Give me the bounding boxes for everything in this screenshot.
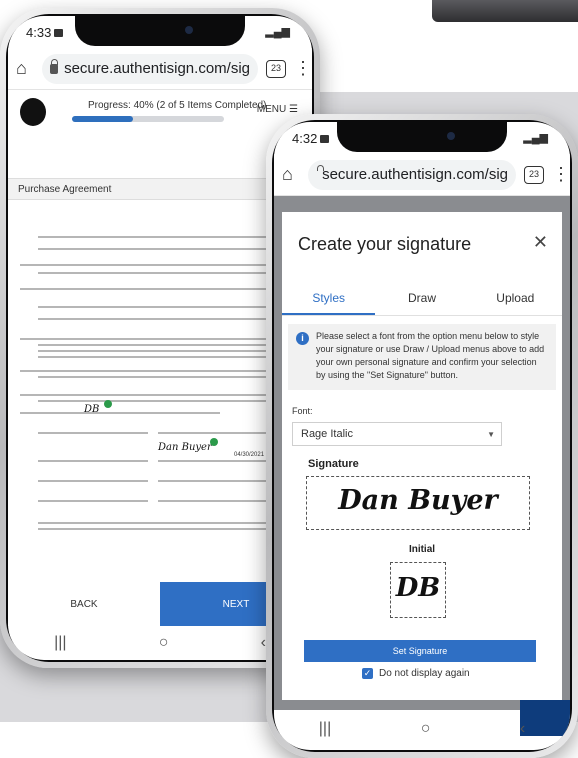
font-select[interactable]: Rage Italic ▼ [292, 422, 502, 446]
status-time: 4:33 [26, 25, 52, 40]
home-circle-icon[interactable]: ○ [421, 720, 431, 738]
initials-field[interactable]: DB [84, 404, 99, 415]
camera-icon [447, 132, 455, 140]
tab-count-button[interactable]: 23 [524, 165, 544, 184]
marketing-stage: 4:33 ▂▄▆ ⌂ secure.authentisign.com/sig 2… [0, 0, 578, 758]
home-circle-icon[interactable]: ○ [159, 634, 169, 652]
signature-field[interactable]: Dan Buyer [158, 442, 212, 453]
back-button[interactable]: BACK [8, 582, 160, 626]
url-text: secure.authentisign.com/sig [64, 60, 250, 77]
browser-toolbar: ⌂ secure.authentisign.com/sig 23 ⋮ [274, 154, 570, 196]
address-bar[interactable]: secure.authentisign.com/sig [308, 159, 516, 190]
close-icon[interactable]: ✕ [533, 232, 548, 253]
recents-icon[interactable]: ||| [319, 720, 331, 738]
set-signature-button[interactable]: Set Signature [304, 640, 536, 662]
info-text: Please select a font from the option men… [316, 331, 545, 381]
tab-upload[interactable]: Upload [469, 282, 562, 315]
info-message: i Please select a font from the option m… [288, 324, 556, 390]
signature-date: 04/30/2021 [234, 452, 265, 458]
background-device [432, 0, 578, 22]
initial-preview: DB [395, 573, 441, 603]
progress-label: Progress: 40% (2 of 5 Items Completed) [88, 100, 267, 111]
initial-preview-box: DB [390, 562, 446, 618]
home-icon[interactable]: ⌂ [16, 58, 34, 79]
progress-bar [72, 116, 224, 122]
initial-label: Initial [408, 544, 436, 555]
signature-preview: Dan Buyer [338, 485, 498, 516]
chevron-down-icon: ▼ [487, 430, 495, 439]
more-menu-icon[interactable]: ⋮ [294, 58, 312, 79]
signal-icon: ▂▄▆ [265, 26, 290, 38]
create-signature-dialog: Create your signature ✕ Styles Draw Uplo… [282, 212, 562, 700]
camera-icon [185, 26, 193, 34]
checkbox-label: Do not display again [379, 668, 470, 679]
document-title: Purchase Agreement [18, 184, 112, 195]
back-arrow-icon[interactable]: ‹ [520, 720, 525, 738]
signal-icon: ▂▄▆ [523, 132, 548, 144]
progress-fill [72, 116, 133, 122]
check-icon [210, 438, 218, 446]
address-bar[interactable]: secure.authentisign.com/sig [42, 53, 258, 84]
dialog-title: Create your signature [298, 234, 472, 254]
check-icon [104, 400, 112, 408]
browser-toolbar: ⌂ secure.authentisign.com/sig 23 ⋮ [8, 48, 312, 90]
signature-preview-box: Dan Buyer [306, 476, 530, 530]
system-navigation: ||| ○ ‹ [274, 712, 570, 746]
phone-signature-modal: 4:32 ▂▄▆ ⌂ secure.authentisign.com/sig 2… [266, 114, 578, 758]
url-text: secure.authentisign.com/sig [322, 166, 508, 183]
status-time: 4:32 [292, 131, 318, 146]
progress-header: Progress: 40% (2 of 5 Items Completed) M… [8, 90, 312, 136]
recents-icon[interactable]: ||| [54, 634, 66, 652]
font-label: Font: [292, 406, 313, 416]
info-icon: i [296, 332, 309, 345]
home-icon[interactable]: ⌂ [282, 164, 300, 185]
message-icon [54, 29, 64, 37]
lock-icon [50, 58, 59, 74]
more-menu-icon[interactable]: ⋮ [552, 164, 570, 185]
signature-label: Signature [308, 458, 359, 470]
checkbox-checked-icon[interactable]: ✓ [362, 668, 373, 679]
tab-draw[interactable]: Draw [375, 282, 468, 315]
menu-button[interactable]: MENU ☰ [257, 104, 298, 115]
tab-styles[interactable]: Styles [282, 282, 376, 315]
do-not-display-checkbox-row[interactable]: ✓ Do not display again [362, 668, 470, 679]
phone-screen: 4:32 ▂▄▆ ⌂ secure.authentisign.com/sig 2… [274, 122, 570, 750]
font-select-value: Rage Italic [301, 428, 353, 440]
message-icon [320, 135, 330, 143]
brand-logo [20, 98, 46, 126]
signature-tabs: Styles Draw Upload [282, 282, 562, 316]
tab-count-button[interactable]: 23 [266, 59, 286, 78]
